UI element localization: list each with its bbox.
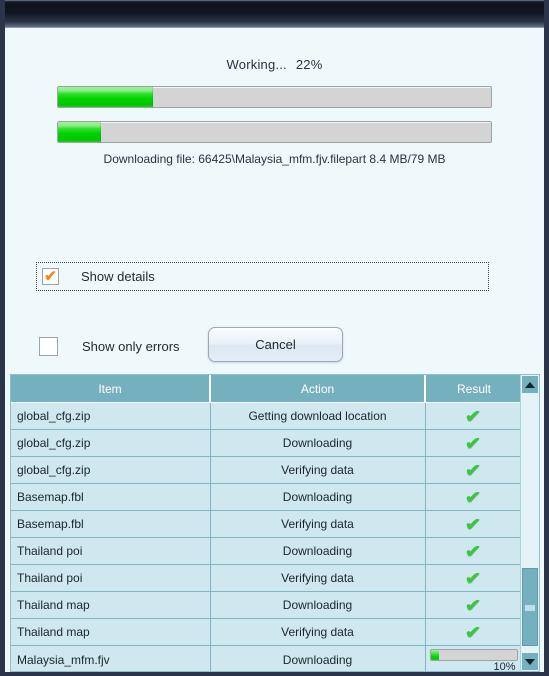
downloading-file-text: Downloading file: 66425\Malaysia_mfm.fjv… (103, 152, 446, 166)
success-check-icon: ✔ (465, 568, 482, 588)
status-line: Working... 22% (5, 57, 544, 72)
table-body: global_cfg.zip Getting download location ✔… (11, 402, 520, 671)
show-only-errors-label: Show only errors (82, 339, 180, 354)
table-row[interactable]: Basemap.fbl Verifying data ✔ (11, 510, 520, 538)
row-progress-bar (429, 649, 518, 661)
table-row[interactable]: Thailand poi Downloading ✔ (11, 537, 520, 565)
cell-result: ✔ (425, 483, 520, 511)
show-details-checkbox[interactable]: ✔ (42, 268, 59, 285)
cell-item: global_cfg.zip (11, 429, 211, 457)
status-percent: 22% (295, 57, 323, 72)
cell-item: global_cfg.zip (11, 456, 211, 484)
row-progress-label: 10% (493, 661, 516, 671)
table-row[interactable]: Thailand map Verifying data ✔ (11, 618, 520, 646)
cell-result: ✔ (425, 402, 520, 430)
cell-item: Basemap.fbl (11, 510, 211, 538)
cell-item: Basemap.fbl (11, 483, 211, 511)
cell-action: Downloading (210, 429, 426, 457)
cell-action: Verifying data (210, 564, 426, 592)
cell-result: ✔ (425, 564, 520, 592)
cell-action: Downloading (210, 483, 426, 511)
show-only-errors-checkbox[interactable] (39, 337, 58, 356)
status-label: Working... (226, 57, 287, 72)
cell-result: ✔ (425, 537, 520, 565)
cancel-button[interactable]: Cancel (208, 327, 343, 362)
cell-result: 10% (425, 645, 520, 671)
table-header-row: Item Action Result (11, 375, 520, 403)
details-table: Item Action Result global_cfg.zip Getting… (11, 375, 520, 671)
success-check-icon: ✔ (465, 433, 482, 453)
table-row[interactable]: Thailand poi Verifying data ✔ (11, 564, 520, 592)
table-row[interactable]: global_cfg.zip Verifying data ✔ (11, 456, 520, 484)
dialog-body: Working... 22% Downloading file: 66425\Ma… (5, 28, 544, 672)
table-row[interactable]: Malaysia_mfm.fjv Downloading 10% (11, 645, 520, 671)
cell-action: Verifying data (210, 510, 426, 538)
progress-dialog-window: Working... 22% Downloading file: 66425\Ma… (0, 0, 549, 676)
file-progress-bar (57, 121, 492, 143)
details-list-view: Item Action Result global_cfg.zip Getting… (10, 374, 540, 672)
cell-action: Verifying data (210, 618, 426, 646)
cell-item: Thailand poi (11, 564, 211, 592)
cell-item: global_cfg.zip (11, 402, 211, 430)
cell-result: ✔ (425, 618, 520, 646)
table-row[interactable]: Thailand map Downloading ✔ (11, 591, 520, 619)
table-row[interactable]: global_cfg.zip Getting download location ✔ (11, 402, 520, 430)
cell-action: Downloading (210, 537, 426, 565)
cell-item: Thailand map (11, 618, 211, 646)
window-titlebar[interactable] (5, 0, 544, 28)
column-header-result[interactable]: Result (425, 375, 520, 403)
cell-result: ✔ (425, 591, 520, 619)
column-header-item[interactable]: Item (11, 375, 211, 403)
success-check-icon: ✔ (465, 487, 482, 507)
success-check-icon: ✔ (465, 514, 482, 534)
cell-item: Thailand poi (11, 537, 211, 565)
table-row[interactable]: Basemap.fbl Downloading ✔ (11, 483, 520, 511)
success-check-icon: ✔ (465, 541, 482, 561)
cell-action: Getting download location (210, 402, 426, 430)
file-progress-fill (58, 122, 102, 142)
show-details-row[interactable]: ✔ Show details (36, 262, 489, 291)
cell-result: ✔ (425, 456, 520, 484)
cell-result: ✔ (425, 510, 520, 538)
cell-result: ✔ (425, 429, 520, 457)
scrollbar-grip-icon (525, 605, 535, 611)
cell-action: Verifying data (210, 456, 426, 484)
row-progress: 10% (429, 649, 518, 671)
column-header-action[interactable]: Action (210, 375, 426, 403)
table-row[interactable]: global_cfg.zip Downloading ✔ (11, 429, 520, 457)
success-check-icon: ✔ (465, 406, 482, 426)
show-details-label: Show details (81, 269, 155, 284)
success-check-icon: ✔ (465, 622, 482, 642)
cell-action: Downloading (210, 591, 426, 619)
details-grid: Item Action Result global_cfg.zip Getting… (11, 375, 520, 671)
cell-item: Malaysia_mfm.fjv (11, 645, 211, 671)
scroll-up-arrow-icon[interactable] (522, 376, 538, 393)
row-progress-fill (430, 650, 440, 660)
overall-progress-bar (57, 86, 492, 108)
scroll-down-arrow-icon[interactable] (522, 653, 538, 670)
checkmark-icon: ✔ (44, 267, 57, 285)
overall-progress-fill (58, 87, 154, 107)
cell-action: Downloading (210, 645, 426, 671)
cell-item: Thailand map (11, 591, 211, 619)
scrollbar-thumb[interactable] (522, 568, 538, 646)
success-check-icon: ✔ (465, 460, 482, 480)
show-only-errors-row[interactable]: Show only errors (39, 337, 180, 356)
success-check-icon: ✔ (465, 595, 482, 615)
vertical-scrollbar[interactable] (520, 375, 539, 671)
